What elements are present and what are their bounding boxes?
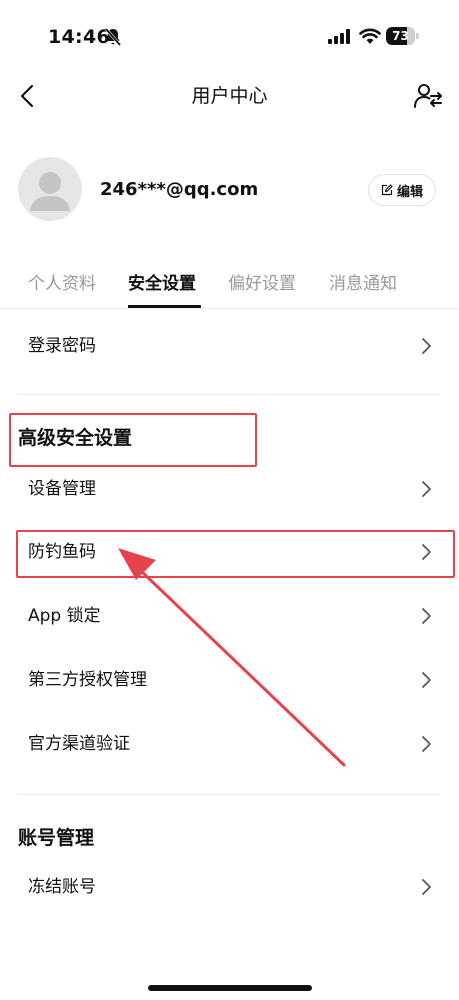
default-avatar-icon [30,172,70,211]
tab-profile[interactable]: 个人资料 [28,270,96,298]
list-item-login-password[interactable]: 登录密码 [0,326,459,366]
edit-label: 编辑 [396,184,423,200]
chevron-right-icon [422,608,431,624]
list-item-official-channel-verification[interactable]: 官方渠道验证 [0,724,459,764]
battery-cap [416,33,419,39]
list-item-app-lock[interactable]: App 锁定 [0,596,459,636]
page-title: 用户中心 [191,85,268,107]
row-label: App 锁定 [28,606,101,626]
wifi-icon [359,28,381,44]
section-divider [18,394,440,395]
section-divider [18,794,440,795]
list-item-third-party-auth[interactable]: 第三方授权管理 [0,660,459,700]
list-item-freeze-account[interactable]: 冻结账号 [0,867,459,907]
chevron-right-icon [422,481,431,497]
battery-indicator: 73 [386,27,419,45]
highlight-box-advanced-title [9,413,257,467]
tab-notifications[interactable]: 消息通知 [329,270,397,298]
bell-off-icon [104,28,122,46]
avatar[interactable] [18,157,82,221]
row-label: 冻结账号 [28,877,96,897]
list-item-device-management[interactable]: 设备管理 [0,469,459,509]
battery-body: 73 [386,27,415,45]
chevron-right-icon [422,672,431,688]
chevron-right-icon [422,736,431,752]
edit-icon [381,184,393,196]
row-label: 第三方授权管理 [28,670,147,690]
highlight-box-anti-phishing [16,530,455,578]
tab-preferences[interactable]: 偏好设置 [228,270,296,298]
chevron-right-icon [422,338,431,354]
battery-percent: 73 [392,29,409,43]
row-label: 官方渠道验证 [28,734,130,754]
row-label: 登录密码 [28,336,96,356]
chevron-right-icon [422,879,431,895]
account-email: 246***@qq.com [100,179,259,200]
status-bar: 14:46 73 [0,0,459,72]
user-switch-icon[interactable] [413,82,443,110]
row-label: 设备管理 [28,479,96,499]
status-time: 14:46 [48,26,110,48]
tabs-divider [0,308,459,309]
cellular-signal-icon [328,29,350,44]
edit-profile-button[interactable]: 编辑 [368,174,436,206]
section-title-account: 账号管理 [18,827,95,849]
home-indicator [148,985,312,991]
tab-security[interactable]: 安全设置 [128,270,196,298]
